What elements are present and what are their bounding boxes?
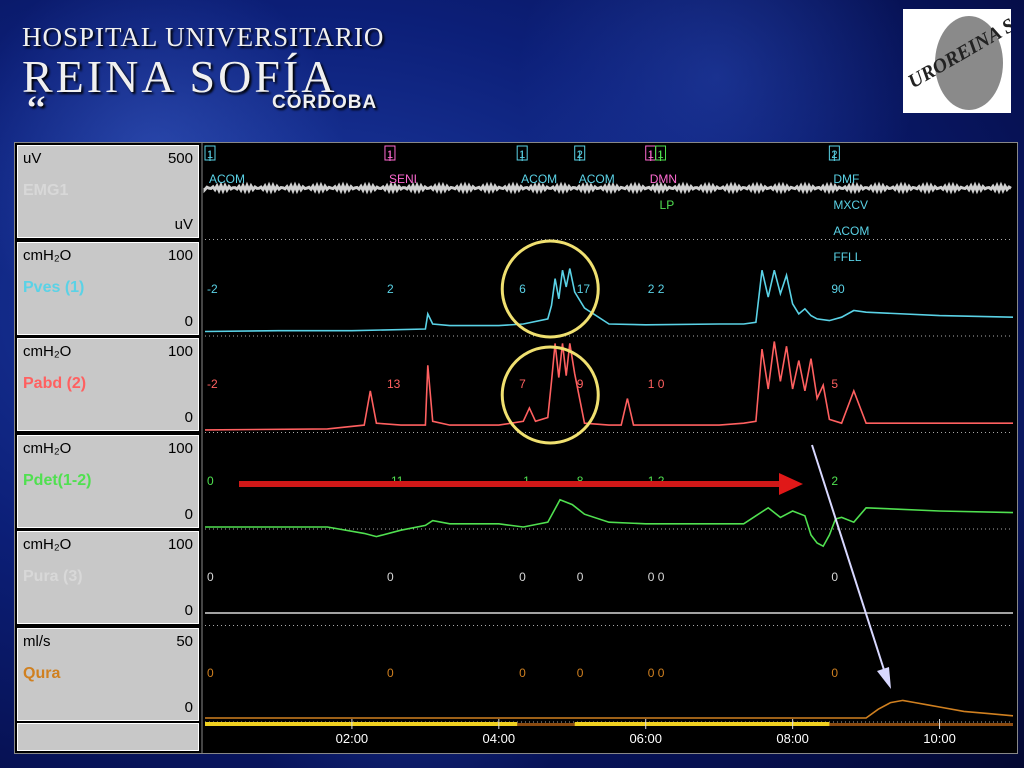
value-label: 0 0 [648,666,665,680]
x-tick-label: 10:00 [923,731,956,746]
event-label: DMN [650,172,677,186]
white-arrow-head [877,667,891,689]
event-number: 1 [658,149,664,161]
phase-bar-1 [205,722,518,726]
value-label: 0 [207,474,214,488]
series-line-qura [205,699,1014,719]
value-label: -2 [207,282,218,296]
value-label: 2 [831,474,838,488]
annotations-group [239,239,891,689]
value-label: 6 [519,282,526,296]
event-extra-label: MXCV [833,198,868,212]
urodynamic-chart: 1 ACOM 1 SENI 1 ACOM 2 ACOM 1 DMN 1 LP 2 DMF MXCV ACOM F… [201,143,1014,753]
quote-mark: ‘‘ [26,90,47,127]
event-label: LP [660,198,675,212]
value-label: 9 [577,377,584,391]
value-label: 0 [577,570,584,584]
value-label: 0 [207,666,214,680]
event-number: 1 [207,149,213,161]
event-number: 2 [831,149,837,161]
event-extra-label: ACOM [833,224,869,238]
value-label: 2 2 [648,282,665,296]
x-tick-label: 08:00 [776,731,809,746]
value-label: 1 0 [648,377,665,391]
value-label: 0 [577,666,584,680]
hospital-header: HOSPITAL UNIVERSITARIO REINA SOFÍA CÓRDO… [22,22,385,127]
logo-graphic: UROREINA SOFÍA [904,9,1011,110]
x-tick-label: 06:00 [629,731,662,746]
value-label: 13 [387,377,401,391]
event-label: ACOM [521,172,557,186]
value-label: 0 [831,666,838,680]
value-label: -2 [207,377,218,391]
event-label: ACOM [579,172,615,186]
series-line-pdet12 [205,498,1014,548]
event-label: ACOM [209,172,245,186]
emg-line [203,181,1012,195]
events-group: 1 ACOM 1 SENI 1 ACOM 2 ACOM 1 DMN 1 LP 2 DMF MXCV ACOM F… [204,145,869,264]
event-number: 1 [387,149,393,161]
series-line-pves1 [204,268,1014,333]
x-tick-label: 02:00 [336,731,369,746]
header-line-3: CÓRDOBA [272,92,378,113]
value-label: 7 [519,377,526,391]
header-line-1: HOSPITAL UNIVERSITARIO [22,22,385,52]
event-label: SENI [389,172,417,186]
white-arrow-shaft [811,444,886,674]
series-line-pabd2 [204,341,1013,431]
event-extra-label: FFLL [833,250,861,264]
x-tick-label: 04:00 [483,731,516,746]
value-label: 90 [831,282,845,296]
value-label: 0 [387,570,394,584]
emg-trace [203,181,1012,195]
event-label: DMF [833,172,859,186]
phase-bar-2 [574,722,830,726]
value-label: 0 [519,570,526,584]
value-label: 0 [207,570,214,584]
value-label: 17 [577,282,591,296]
event-number: 2 [577,149,583,161]
urology-logo: UROREINA SOFÍA [903,9,1011,113]
red-arrow-head [779,473,803,495]
value-label: 0 [387,666,394,680]
value-label: 2 [387,282,394,296]
event-number: 1 [648,149,654,161]
value-label: 5 [831,377,838,391]
value-label: 0 [519,666,526,680]
urodynamic-chart-panel: uV 500 EMG1 uV cmH₂O 100 Pves (1) 0 cmH₂O 100 Pabd… [14,142,1018,754]
event-number: 1 [519,149,525,161]
value-label: 0 [831,570,838,584]
value-label: 0 0 [648,570,665,584]
